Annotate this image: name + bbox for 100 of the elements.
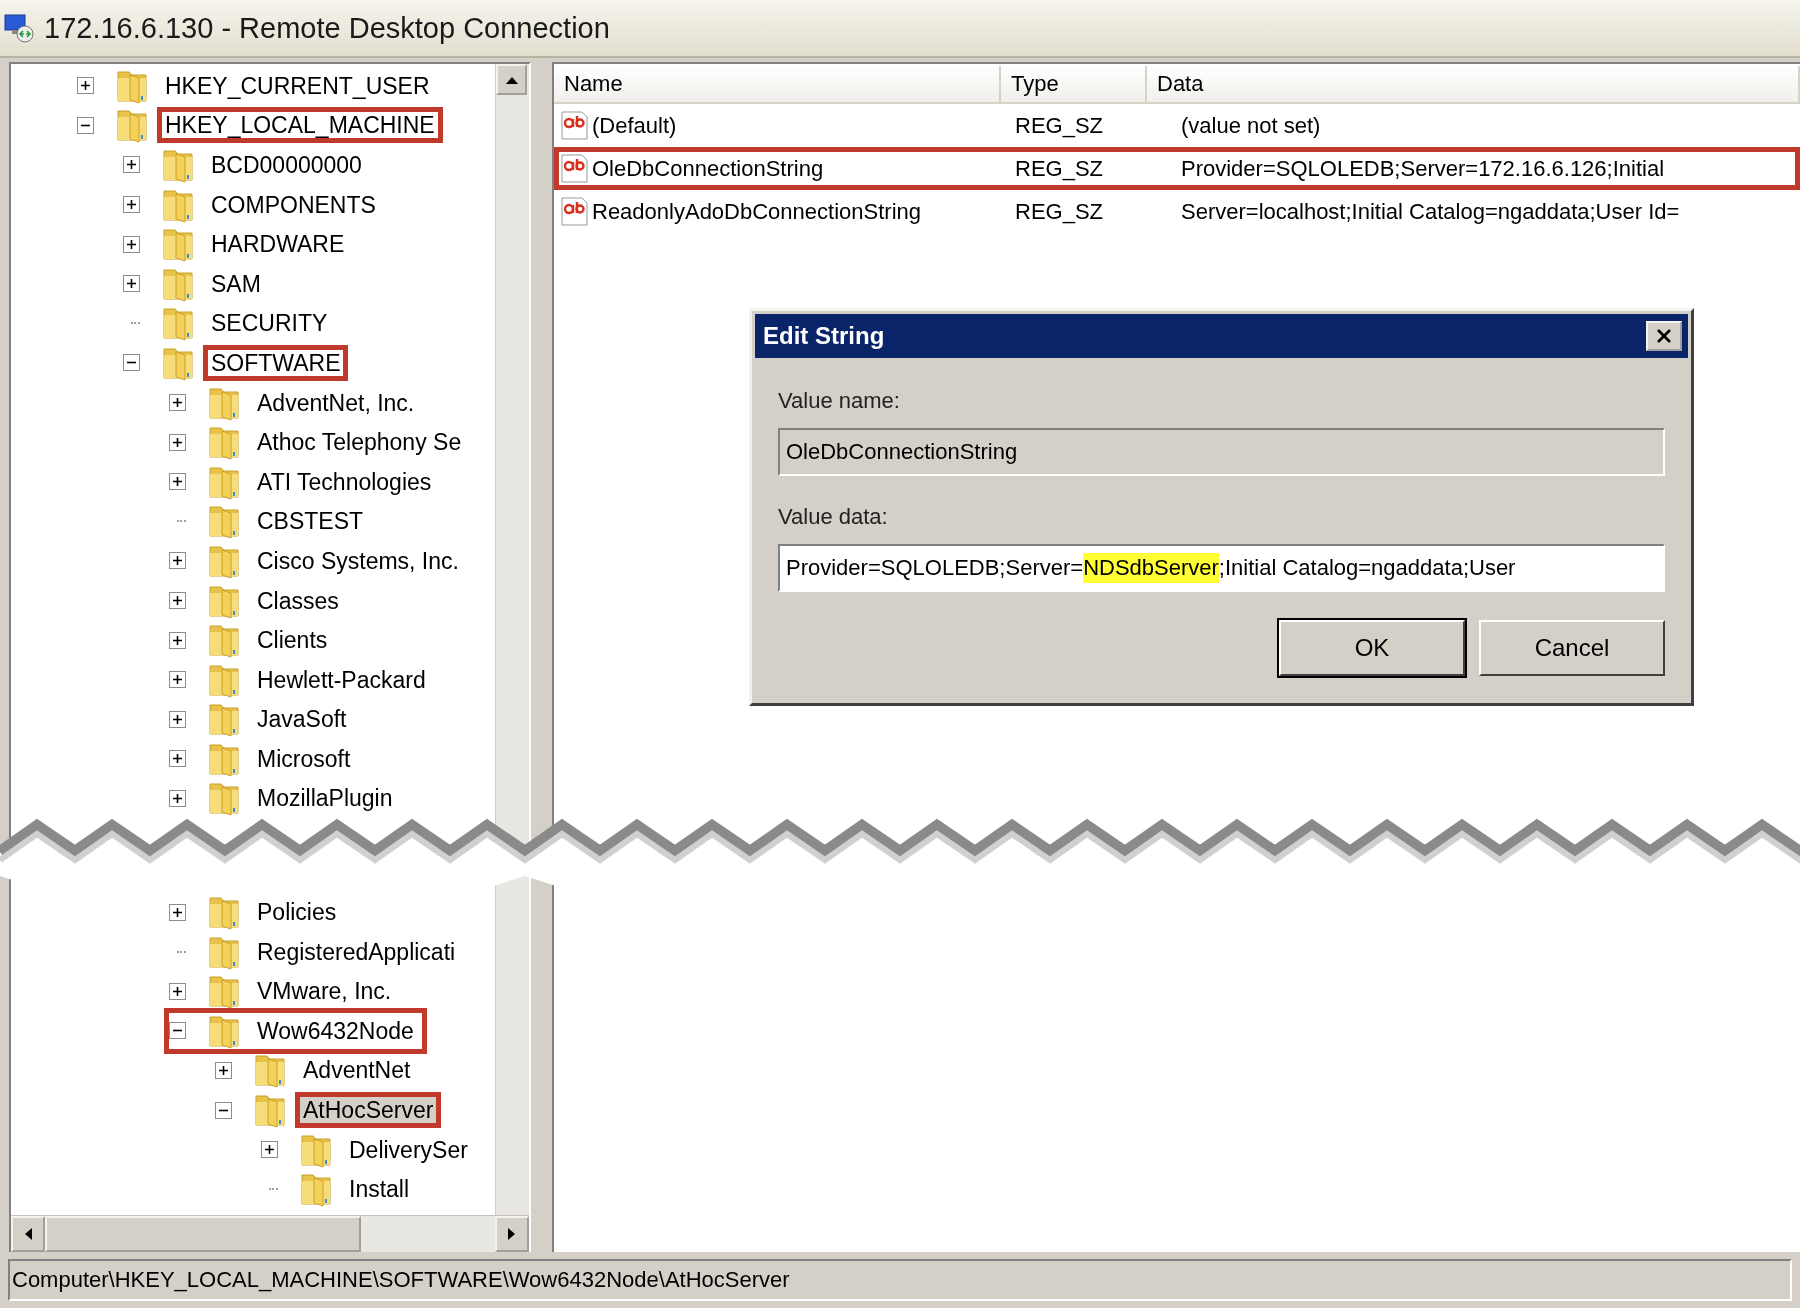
collapse-icon[interactable] xyxy=(77,116,94,134)
scroll-left-button[interactable] xyxy=(11,1216,45,1252)
value-type: REG_SZ xyxy=(1014,198,1105,225)
ok-button[interactable]: OK xyxy=(1279,620,1465,676)
scrollbar-thumb[interactable] xyxy=(45,1216,361,1252)
folder-icon xyxy=(254,1052,286,1089)
expand-icon[interactable] xyxy=(169,631,186,649)
cancel-button[interactable]: Cancel xyxy=(1479,620,1665,676)
tree-item[interactable]: JavaSoft xyxy=(249,701,355,738)
scroll-up-button[interactable] xyxy=(496,64,527,95)
folder-icon xyxy=(208,780,240,817)
field-label: Value data: xyxy=(778,504,889,530)
expand-icon[interactable] xyxy=(123,156,140,174)
value-name[interactable]: OleDbConnectionString xyxy=(592,155,824,182)
dialog-title: Edit String xyxy=(763,322,885,350)
tree-item[interactable]: HARDWARE xyxy=(203,226,353,263)
collapse-icon[interactable] xyxy=(215,1101,232,1119)
field-label: Value name: xyxy=(778,388,901,414)
folder-icon xyxy=(300,1171,332,1208)
list-row[interactable]: ReadonlyAdoDbConnectionString REG_SZ Server=localhost;Initial Catalog=ngaddata;User Id= xyxy=(554,190,1800,233)
folder-icon xyxy=(162,147,194,183)
column-header[interactable]: Name xyxy=(554,66,1001,104)
status-bar: Computer\HKEY_LOCAL_MACHINE\SOFTWARE\Wow6432Node\AtHocServer xyxy=(8,1259,1792,1301)
folder-icon xyxy=(162,226,194,263)
tree-item[interactable]: Install xyxy=(341,1171,418,1208)
tree-item[interactable]: CBSTEST xyxy=(249,503,372,540)
folder-icon xyxy=(208,424,240,461)
vertical-scrollbar[interactable] xyxy=(495,64,529,1215)
list-row[interactable]: OleDbConnectionString REG_SZ Provider=SQLOLEDB;Server=172.16.6.126;Initial xyxy=(554,147,1800,190)
window-title: 172.16.6.130 - Remote Desktop Connection xyxy=(44,11,610,45)
expand-icon[interactable] xyxy=(261,1141,278,1159)
value-data: Server=localhost;Initial Catalog=ngaddata;User Id= xyxy=(1180,198,1681,225)
folder-icon xyxy=(208,701,240,738)
value-type: REG_SZ xyxy=(1014,155,1105,182)
tree-item[interactable]: Hewlett-Packard xyxy=(249,661,434,698)
value-data: Provider=SQLOLEDB;Server=172.16.6.126;Initial xyxy=(1180,155,1666,182)
value-data: (value not set) xyxy=(1180,112,1322,139)
tree-item[interactable]: Athoc Telephony Se xyxy=(249,424,470,461)
folder-icon xyxy=(254,1092,286,1129)
tree-item[interactable]: Policies xyxy=(249,894,345,931)
string-value-icon xyxy=(561,111,588,140)
value-name[interactable]: (Default) xyxy=(592,112,677,139)
expand-icon[interactable] xyxy=(169,473,186,491)
collapse-icon[interactable] xyxy=(123,354,140,372)
expand-icon[interactable] xyxy=(169,710,186,728)
tree-item[interactable]: AdventNet, Inc. xyxy=(249,384,423,421)
folder-icon xyxy=(162,305,194,342)
string-value-icon xyxy=(561,197,588,226)
tree-item[interactable]: MozillaPlugin xyxy=(249,780,401,817)
tree-item[interactable]: SOFTWARE xyxy=(203,344,349,381)
expand-icon[interactable] xyxy=(123,235,140,253)
expand-icon[interactable] xyxy=(77,77,94,95)
right-arrow-icon xyxy=(507,1227,517,1241)
tree-item[interactable]: Cisco Systems, Inc. xyxy=(249,542,467,579)
tree-item[interactable]: AtHocServer xyxy=(295,1092,442,1129)
expand-icon[interactable] xyxy=(169,903,186,921)
tree-item[interactable]: Classes xyxy=(249,582,347,619)
left-arrow-icon xyxy=(23,1227,33,1241)
expand-icon[interactable] xyxy=(169,394,186,412)
expand-icon[interactable] xyxy=(169,790,186,807)
collapse-icon[interactable] xyxy=(169,1022,186,1040)
string-value-icon xyxy=(561,154,588,183)
tree-item[interactable]: ATI Technologies xyxy=(249,463,440,500)
folder-icon xyxy=(116,107,148,144)
list-row[interactable]: (Default) REG_SZ (value not set) xyxy=(554,104,1800,147)
expand-icon[interactable] xyxy=(215,1061,232,1079)
expand-icon[interactable] xyxy=(169,750,186,768)
tree-item[interactable]: VMware, Inc. xyxy=(249,973,400,1010)
folder-icon xyxy=(208,894,240,931)
tree-item[interactable]: AdventNet xyxy=(295,1052,419,1089)
expand-icon[interactable] xyxy=(169,982,186,1000)
close-button[interactable] xyxy=(1646,321,1682,351)
tree-item[interactable]: COMPONENTS xyxy=(203,186,384,223)
value-type: REG_SZ xyxy=(1014,112,1105,139)
tree-item[interactable]: DeliverySer xyxy=(341,1131,476,1168)
tree-item[interactable]: Wow6432Node xyxy=(249,1012,422,1049)
tree-item[interactable]: Clients xyxy=(249,622,336,659)
horizontal-scrollbar[interactable] xyxy=(11,1215,529,1252)
folder-icon xyxy=(208,503,240,540)
tree-item[interactable]: BCD00000000 xyxy=(203,147,370,183)
value-name[interactable]: ReadonlyAdoDbConnectionString xyxy=(592,198,921,225)
tree-item[interactable]: SAM xyxy=(203,265,269,302)
folder-icon xyxy=(208,622,240,659)
expand-icon[interactable] xyxy=(169,433,186,451)
expand-icon[interactable] xyxy=(123,196,140,214)
remote-desktop-icon xyxy=(4,13,34,43)
expand-icon[interactable] xyxy=(169,592,186,609)
value-name-field[interactable]: OleDbConnectionString xyxy=(778,428,1665,476)
column-header[interactable]: Type xyxy=(1001,66,1147,104)
scroll-right-button[interactable] xyxy=(495,1216,529,1252)
tree-item[interactable]: HKEY_CURRENT_USER xyxy=(157,67,438,104)
tree-item[interactable]: RegisteredApplicati xyxy=(249,933,464,970)
expand-icon[interactable] xyxy=(169,671,186,689)
column-header[interactable]: Data xyxy=(1147,66,1800,104)
expand-icon[interactable] xyxy=(123,275,140,293)
tree-item[interactable]: HKEY_LOCAL_MACHINE xyxy=(157,107,443,144)
tree-item[interactable]: Microsoft xyxy=(249,740,359,777)
expand-icon[interactable] xyxy=(169,552,186,570)
folder-icon xyxy=(208,973,240,1010)
tree-item[interactable]: SECURITY xyxy=(203,305,336,342)
